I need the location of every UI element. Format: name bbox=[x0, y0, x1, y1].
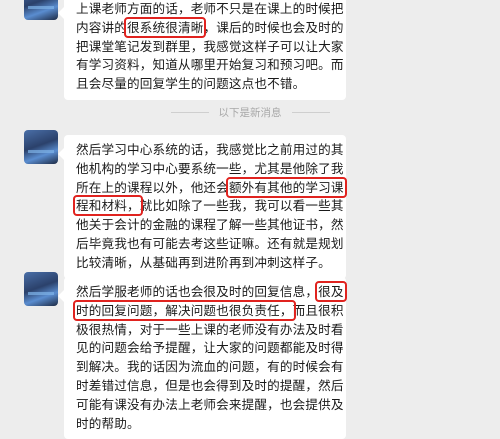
message-text: 他机构的学习中心要系统一些，尤其是他除了我 bbox=[76, 160, 344, 176]
message-text: 所在上的课程以外，他还会 bbox=[76, 179, 229, 195]
highlighted-text: 很及 bbox=[315, 281, 347, 302]
message-text: 内容讲的 bbox=[76, 19, 127, 35]
message-bubble: 然后学服老师的话也会很及时的回复信息，很及 时的回复问题，解决问题也很负责任，而且… bbox=[58, 277, 347, 439]
message-line: 后毕竟我也有可能去考这些证嘛。还有就是规划 bbox=[76, 235, 343, 254]
message-line: 时差错过信息，但是也会得到及时的提醒，然后 bbox=[76, 377, 343, 396]
divider-rule bbox=[291, 111, 330, 113]
message-line: 程和材料，就比如除了一些我，我可以看一些其 bbox=[73, 195, 343, 217]
highlighted-text: 很系统很清晰 bbox=[123, 16, 207, 38]
message-line: 时的回复问题，解决问题也很负责任，而且很积 bbox=[73, 299, 343, 321]
message-text: 就比如除了一些我，我可以看一些其 bbox=[139, 198, 344, 214]
message-text: 后毕竟我也有可能去考这些证嘛。还有就是规划 bbox=[76, 235, 344, 251]
message-line: 到解决。我的话因为流血的问题，有的时候会有 bbox=[76, 358, 343, 377]
message-text: 然后学习中心系统的话，我感觉比之前用过的其 bbox=[76, 142, 344, 157]
message-line: 然后学服老师的话也会很及时的回复信息，很及 bbox=[76, 281, 347, 302]
message-line: 有学习资料，知道从哪里开始复习和预习吧。而 bbox=[76, 56, 343, 75]
sender-avatar[interactable] bbox=[24, 0, 58, 20]
message-line: 比较清晰，从基础再到进阶再到冲刺这样子。 bbox=[76, 254, 336, 273]
message-text: 他关于会计的金融的课程了解一些其他证书，然 bbox=[76, 217, 344, 233]
message-text: 然后学服老师的话也会很及时的回复信息， bbox=[76, 284, 319, 299]
message-text: 上课老师方面的话，老师不只是在课上的时候把 bbox=[76, 1, 344, 16]
message-text: 比较清晰，从基础再到进阶再到冲刺这样子。 bbox=[76, 254, 331, 270]
message-text: 时的帮助。 bbox=[76, 415, 140, 431]
divider-rule bbox=[170, 111, 209, 113]
message-text: 且会尽量的回复学生的问题这点也不错。 bbox=[76, 76, 306, 92]
message-line: 上课老师方面的话，老师不只是在课上的时候把 bbox=[76, 0, 343, 19]
sender-avatar[interactable] bbox=[24, 272, 58, 306]
message-text: 把课堂笔记发到群里，我感觉这样子可以让大家 bbox=[76, 38, 344, 54]
message-line: 他关于会计的金融的课程了解一些其他证书，然 bbox=[76, 216, 343, 235]
message-text: 可能有课没有办法上老师会来提醒，也会提供及 bbox=[76, 396, 344, 412]
message-line: 极很热情，对于一些上课的老师没有办法及时看 bbox=[76, 321, 343, 340]
message-bubble: 然后学习中心系统的话，我感觉比之前用过的其 他机构的学习中心要系统一些，尤其是他除… bbox=[58, 135, 347, 279]
message-line: 所在上的课程以外，他还会额外有其他的学习课 bbox=[76, 176, 347, 198]
message-line: 然后学习中心系统的话，我感觉比之前用过的其 bbox=[76, 141, 343, 160]
highlighted-text: 额外有其他的学习课 bbox=[225, 176, 347, 198]
message-bubble: 上课老师方面的话，老师不只是在课上的时候把 内容讲的很系统很清晰，课后的时候也会及… bbox=[58, 0, 346, 100]
message-text: 见的问题会给予提醒，让大家的问题都能及时得 bbox=[76, 340, 344, 356]
message-text: ，课后的时候也会及时的 bbox=[203, 19, 344, 35]
message-line: 把课堂笔记发到群里，我感觉这样子可以让大家 bbox=[76, 38, 343, 57]
message-line: 时的帮助。 bbox=[76, 415, 336, 434]
highlighted-text: 时的回复问题，解决问题也很负责任， bbox=[73, 299, 296, 321]
message-line: 且会尽量的回复学生的问题这点也不错。 bbox=[76, 75, 336, 94]
new-messages-divider: 以下是新消息 bbox=[0, 104, 500, 120]
message-text: 有学习资料，知道从哪里开始复习和预习吧。而 bbox=[76, 57, 344, 73]
message-text: 到解决。我的话因为流血的问题，有的时候会有 bbox=[76, 359, 344, 375]
sender-avatar[interactable] bbox=[24, 130, 58, 164]
message-line: 他机构的学习中心要系统一些，尤其是他除了我 bbox=[76, 160, 343, 179]
message-line: 见的问题会给予提醒，让大家的问题都能及时得 bbox=[76, 339, 343, 358]
highlighted-text: 程和材料， bbox=[73, 195, 143, 217]
message-line: 内容讲的很系统很清晰，课后的时候也会及时的 bbox=[76, 16, 343, 38]
message-text: 时差错过信息，但是也会得到及时的提醒，然后 bbox=[76, 377, 344, 393]
message-text: 极很热情，对于一些上课的老师没有办法及时看 bbox=[76, 321, 344, 337]
message-line: 可能有课没有办法上老师会来提醒，也会提供及 bbox=[76, 396, 343, 415]
new-messages-label: 以下是新消息 bbox=[218, 106, 282, 119]
message-text: 而且很积 bbox=[292, 302, 344, 318]
